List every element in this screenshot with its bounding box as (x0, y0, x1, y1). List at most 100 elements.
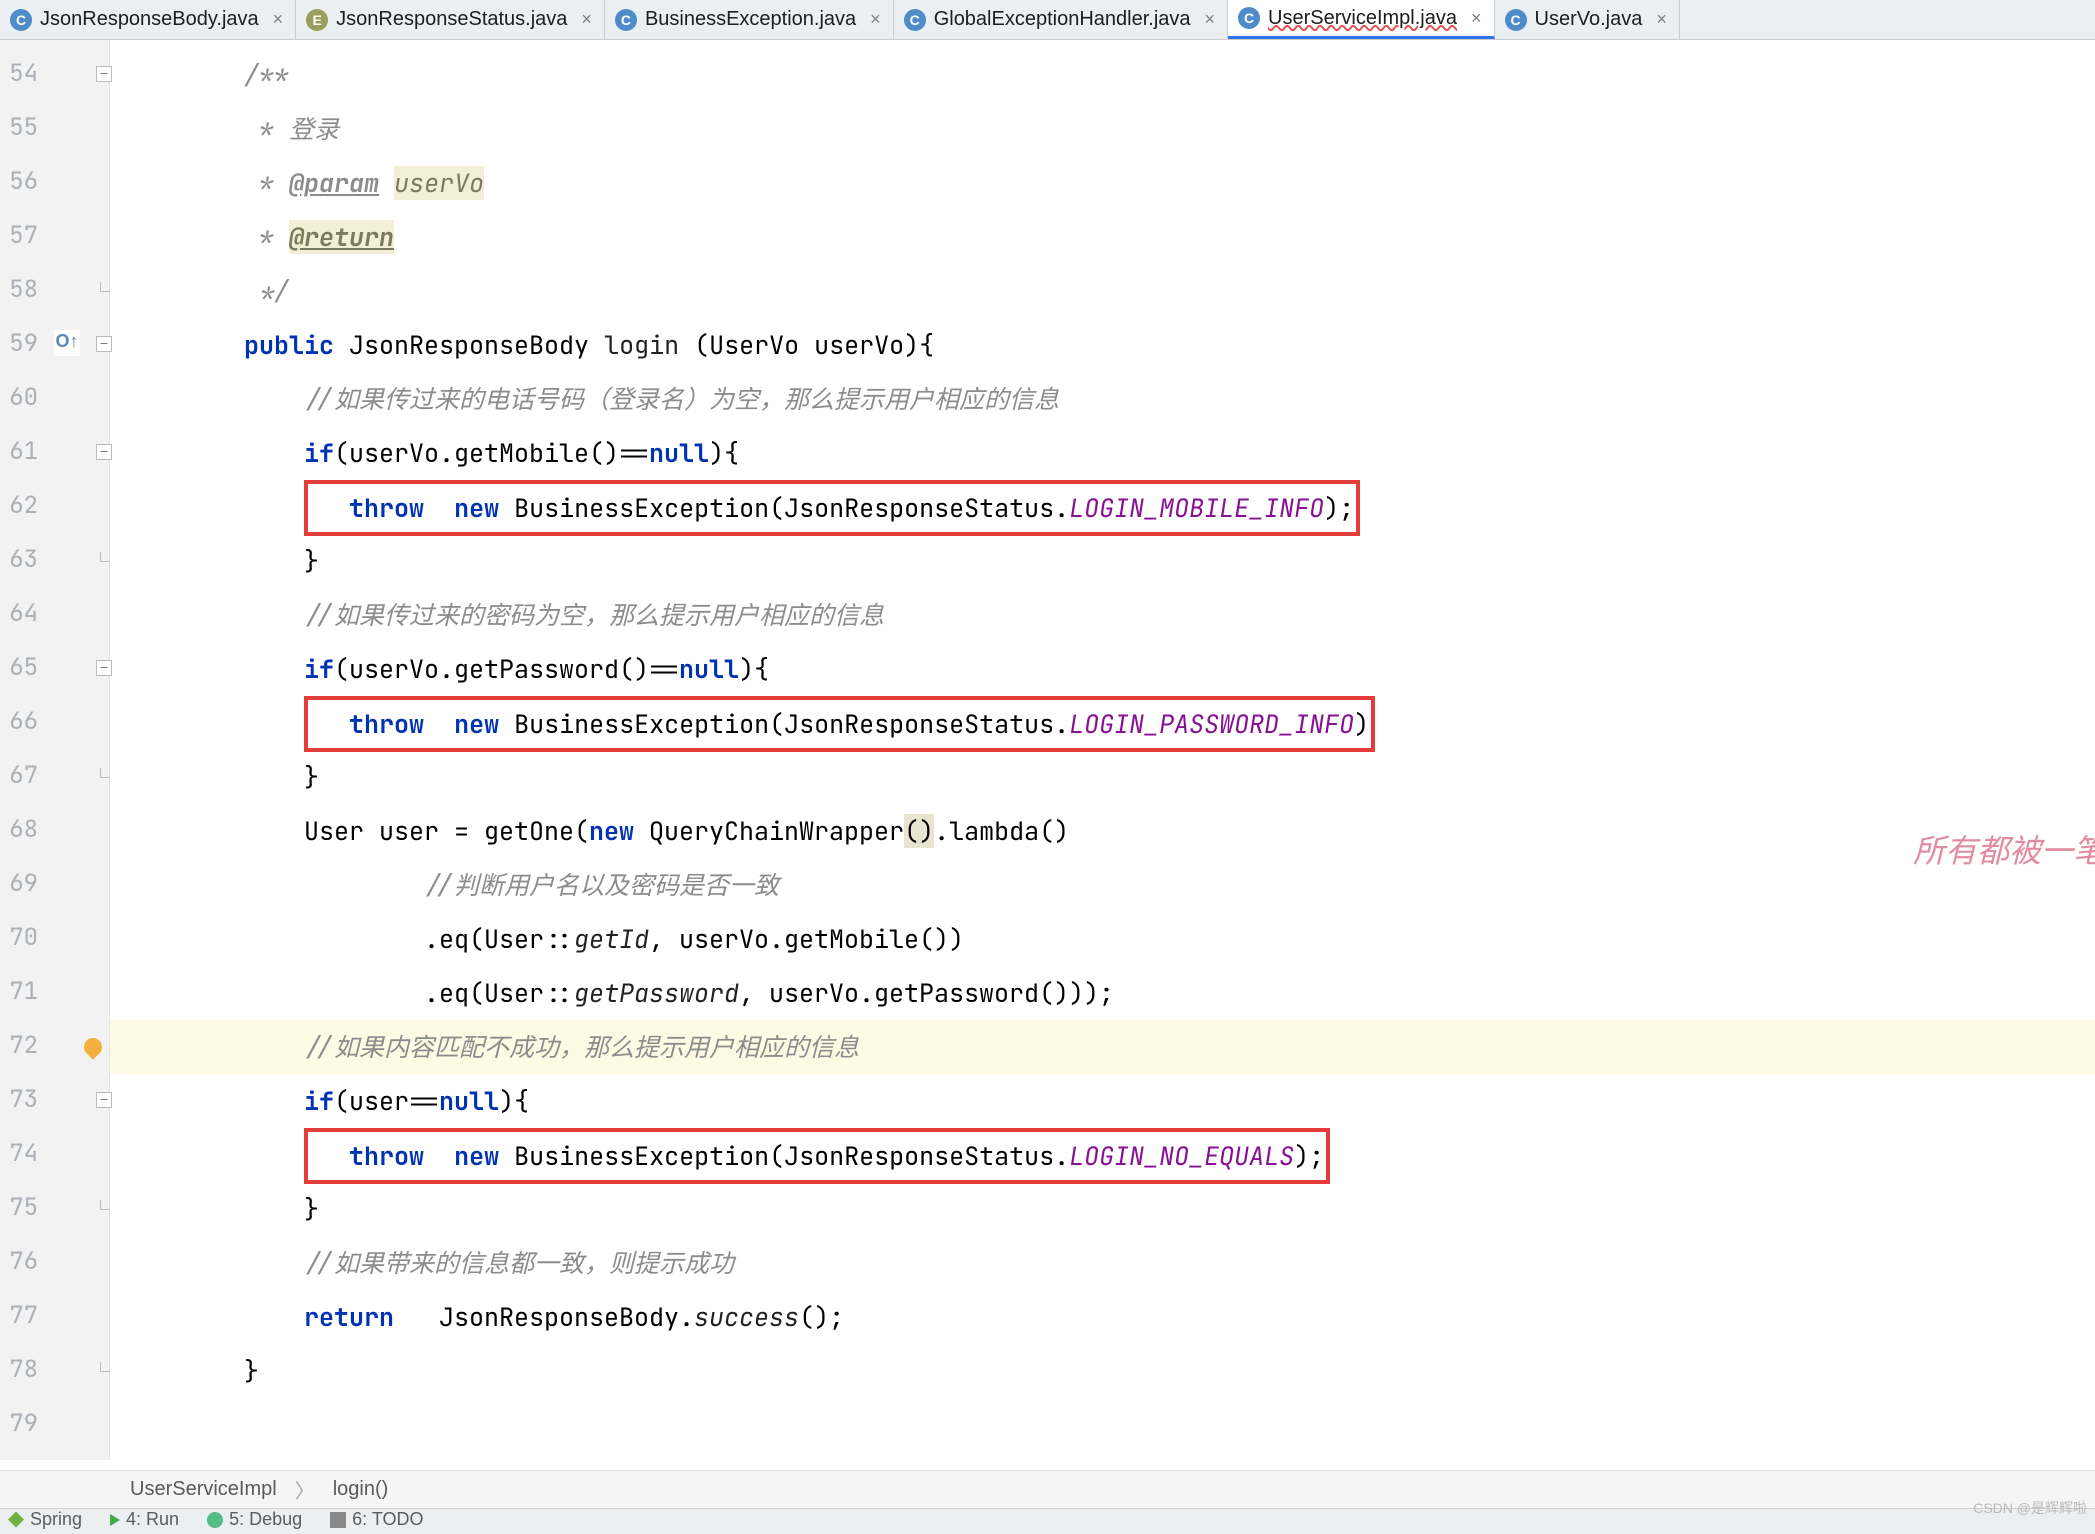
tool-todo[interactable]: 6: TODO (330, 1509, 423, 1530)
code-line[interactable]: * @param userVo (110, 156, 2095, 210)
code-line[interactable]: .eq(User::getPassword, userVo.getPasswor… (110, 966, 2095, 1020)
line-number: 55 (0, 112, 38, 143)
tool-window-bar: Spring 4: Run 5: Debug 6: TODO (0, 1508, 2095, 1534)
close-icon[interactable]: × (1656, 9, 1667, 30)
line-number: 61 (0, 436, 38, 467)
code-line[interactable]: if(user==null){ (110, 1074, 2095, 1128)
editor-tab[interactable]: E JsonResponseStatus.java × (296, 0, 605, 39)
fold-end-icon (100, 552, 110, 562)
line-number: 77 (0, 1300, 38, 1331)
editor-tab[interactable]: C UserVo.java × (1495, 0, 1680, 39)
line-number: 78 (0, 1354, 38, 1385)
breadcrumb-method[interactable]: login() (333, 1478, 389, 1501)
file-type-icon: C (1238, 7, 1260, 29)
code-area[interactable]: 所有都被一笔 /** * 登录 * @param userVo * @retur… (110, 40, 2095, 1460)
code-line[interactable]: if(userVo.getMobile()==null){ (110, 426, 2095, 480)
close-icon[interactable]: × (1471, 8, 1482, 29)
code-line[interactable]: public JsonResponseBody login (UserVo us… (110, 318, 2095, 372)
close-icon[interactable]: × (581, 9, 592, 30)
line-number: 62 (0, 490, 38, 521)
code-line[interactable]: throw new BusinessException(JsonResponse… (110, 1128, 2095, 1182)
code-line[interactable]: //如果传过来的电话号码（登录名）为空，那么提示用户相应的信息 (110, 372, 2095, 426)
tool-debug[interactable]: 5: Debug (207, 1509, 302, 1530)
code-line[interactable]: throw new BusinessException(JsonResponse… (110, 696, 2095, 750)
fold-end-icon (100, 768, 110, 778)
close-icon[interactable]: × (870, 9, 881, 30)
code-line[interactable]: //如果带来的信息都一致，则提示成功 (110, 1236, 2095, 1290)
code-line[interactable]: /** (110, 48, 2095, 102)
line-number: 59 (0, 328, 38, 359)
file-type-icon: C (10, 9, 32, 31)
line-number: 58 (0, 274, 38, 305)
line-number: 76 (0, 1246, 38, 1277)
code-line[interactable]: //如果内容匹配不成功，那么提示用户相应的信息 (110, 1020, 2095, 1074)
fold-end-icon (100, 282, 110, 292)
override-icon[interactable]: O↑ (54, 330, 80, 356)
line-number: 54 (0, 58, 38, 89)
code-line[interactable]: } (110, 534, 2095, 588)
code-line[interactable]: User user = getOne(new QueryChainWrapper… (110, 804, 2095, 858)
fold-end-icon (100, 1200, 110, 1210)
play-icon (110, 1514, 120, 1526)
tool-label: Spring (30, 1509, 82, 1530)
line-number: 79 (0, 1408, 38, 1439)
code-line[interactable]: * 登录 (110, 102, 2095, 156)
code-editor[interactable]: 5455565758596061626364656667686970717273… (0, 40, 2095, 1460)
line-number: 57 (0, 220, 38, 251)
code-line[interactable]: //判断用户名以及密码是否一致 (110, 858, 2095, 912)
code-line[interactable]: if(userVo.getPassword()==null){ (110, 642, 2095, 696)
line-number: 56 (0, 166, 38, 197)
checklist-icon (330, 1512, 346, 1528)
tab-label: JsonResponseStatus.java (336, 8, 567, 31)
editor-tab[interactable]: C UserServiceImpl.java × (1228, 0, 1494, 39)
code-line[interactable]: //如果传过来的密码为空，那么提示用户相应的信息 (110, 588, 2095, 642)
file-type-icon: C (904, 9, 926, 31)
line-number: 75 (0, 1192, 38, 1223)
tab-label: BusinessException.java (645, 8, 856, 31)
editor-tab[interactable]: CBusinessException.java× (605, 0, 894, 39)
code-line[interactable]: } (110, 1344, 2095, 1398)
editor-tab[interactable]: C GlobalExceptionHandler.java × (894, 0, 1228, 39)
tool-label: 5: Debug (229, 1509, 302, 1530)
code-line[interactable]: * @return (110, 210, 2095, 264)
line-number: 74 (0, 1138, 38, 1169)
breadcrumb-class[interactable]: UserServiceImpl (130, 1478, 277, 1501)
close-icon[interactable]: × (273, 9, 284, 30)
file-type-icon: C (1505, 9, 1527, 31)
line-number: 71 (0, 976, 38, 1007)
tab-label: JsonResponseBody.java (40, 8, 259, 31)
tool-spring[interactable]: Spring (8, 1509, 82, 1530)
line-number: 72 (0, 1030, 38, 1061)
tab-label: GlobalExceptionHandler.java (934, 8, 1191, 31)
tool-run[interactable]: 4: Run (110, 1509, 179, 1530)
code-line[interactable]: return JsonResponseBody.success(); (110, 1290, 2095, 1344)
intention-bulb-icon[interactable] (80, 1034, 105, 1059)
line-number: 63 (0, 544, 38, 575)
code-line[interactable]: } (110, 750, 2095, 804)
code-line[interactable]: */ (110, 264, 2095, 318)
code-line[interactable]: } (110, 1182, 2095, 1236)
code-line[interactable]: throw new BusinessException(JsonResponse… (110, 480, 2095, 534)
editor-tab[interactable]: C JsonResponseBody.java × (0, 0, 296, 39)
line-number: 68 (0, 814, 38, 845)
line-number: 66 (0, 706, 38, 737)
close-icon[interactable]: × (1205, 9, 1216, 30)
tab-label: UserServiceImpl.java (1268, 7, 1457, 30)
fold-end-icon (100, 1362, 110, 1372)
file-type-icon: E (306, 9, 328, 31)
tab-label: UserVo.java (1535, 8, 1643, 31)
tool-label: 4: Run (126, 1509, 179, 1530)
editor-tab-bar: C JsonResponseBody.java × E JsonResponseStat… (0, 0, 2095, 40)
editor-gutter: 5455565758596061626364656667686970717273… (0, 40, 110, 1460)
line-number: 64 (0, 598, 38, 629)
chevron-right-icon: 〉 (295, 1475, 315, 1504)
leaf-icon (8, 1512, 24, 1528)
line-number: 69 (0, 868, 38, 899)
breadcrumb[interactable]: UserServiceImpl 〉 login() (0, 1470, 2095, 1508)
bug-icon (207, 1512, 223, 1528)
line-number: 60 (0, 382, 38, 413)
line-number: 70 (0, 922, 38, 953)
line-number: 73 (0, 1084, 38, 1115)
watermark-text: CSDN @是辉辉啦 (1973, 1498, 2087, 1518)
code-line[interactable]: .eq(User::getId, userVo.getMobile()) (110, 912, 2095, 966)
